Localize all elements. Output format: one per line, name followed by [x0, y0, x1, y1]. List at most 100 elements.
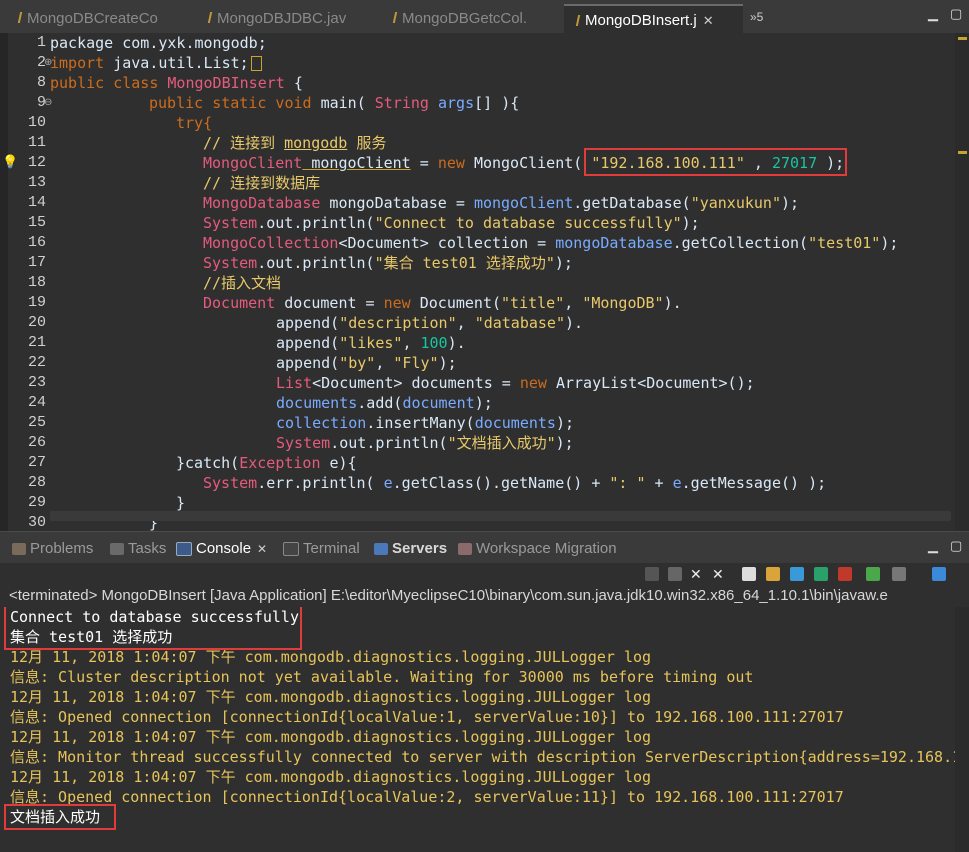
maximize-icon[interactable]: ▢: [950, 6, 962, 22]
editor-tab-label: MongoDBJDBC.jav: [217, 9, 347, 27]
line-number: 16: [27, 234, 46, 251]
line-number: 22: [27, 354, 46, 371]
line-number: 14: [27, 194, 46, 211]
code-line: append("likes", 100).: [276, 334, 466, 352]
code-line: List<Document> documents = new ArrayList…: [276, 374, 755, 392]
line-number: 30: [27, 514, 46, 531]
overview-marker[interactable]: [958, 37, 967, 40]
tab-terminal[interactable]: Terminal: [283, 540, 360, 557]
editor-tab-active[interactable]: MongoDBInsert.j ✕: [564, 4, 743, 35]
code-line: System.out.println("集合 test01 选择成功");: [203, 254, 573, 272]
console-line: 信息: Opened connection [connectionId{loca…: [10, 708, 844, 726]
console-line: 信息: Opened connection [connectionId{loca…: [10, 788, 844, 806]
code-line: append("description", "database").: [276, 314, 584, 332]
workspace-migration-icon: [458, 542, 472, 555]
code-line: System.out.println("文档插入成功");: [276, 434, 574, 452]
console-line: 12月 11, 2018 1:04:07 下午 com.mongodb.diag…: [10, 648, 652, 666]
problems-icon: [12, 542, 26, 555]
tab-tasks[interactable]: Tasks: [110, 540, 166, 557]
line-number: 15: [27, 214, 46, 231]
display-console-icon[interactable]: [892, 567, 906, 581]
code-line: MongoDatabase mongoDatabase = mongoClien…: [203, 194, 800, 212]
line-number: 19: [27, 294, 46, 311]
line-number: 18: [27, 274, 46, 291]
word-wrap-icon[interactable]: [790, 567, 804, 581]
line-number: 11: [27, 134, 46, 151]
console-line: 12月 11, 2018 1:04:07 下午 com.mongodb.diag…: [10, 728, 652, 746]
code-line: try{: [176, 114, 213, 132]
line-number: 28: [27, 474, 46, 491]
terminal-icon: [283, 541, 299, 556]
console-line: 信息: Monitor thread successfully connecte…: [10, 748, 969, 766]
editor-tab-label: MongoDBInsert.j: [585, 12, 697, 29]
console-toolbar: ✕ ✕: [0, 563, 969, 585]
code-line: }: [176, 494, 186, 512]
line-number: 10: [27, 114, 46, 131]
java-file-icon: [385, 11, 397, 25]
line-number: 25: [27, 414, 46, 431]
code-line: public static void main( String args[] )…: [149, 94, 520, 112]
relaunch-icon[interactable]: [645, 567, 659, 581]
scroll-lock-icon[interactable]: [766, 567, 780, 581]
console-icon: [176, 541, 192, 556]
console-view-tab-bar: Problems Tasks Console ✕ Terminal Server…: [0, 531, 969, 564]
code-line: import java.util.List;: [50, 53, 262, 73]
tab-console[interactable]: Console ✕: [176, 540, 267, 557]
code-line: MongoCollection<Document> collection = m…: [203, 234, 899, 252]
editor-horizontal-scrollbar[interactable]: [50, 511, 951, 521]
console-vertical-scrollbar[interactable]: [955, 607, 969, 852]
code-line: package com.yxk.mongodb;: [50, 34, 267, 52]
editor-tab-bar: MongoDBCreateCo MongoDBJDBC.jav MongoDBG…: [0, 0, 969, 35]
editor-left-strip: [0, 33, 8, 531]
editor-tab[interactable]: MongoDBGetcCol.: [385, 5, 560, 31]
code-editor[interactable]: 1 2 8 9 10 11 12 13 14 15 16 17 18 19 20…: [0, 33, 969, 531]
editor-tab[interactable]: MongoDBJDBC.jav: [200, 5, 380, 31]
pin-console-icon[interactable]: [866, 567, 880, 581]
code-line: public class MongoDBInsert {: [50, 74, 303, 92]
line-number: 26: [27, 434, 46, 451]
console-line: 12月 11, 2018 1:04:07 下午 com.mongodb.diag…: [10, 768, 652, 786]
remove-all-terminated-icon[interactable]: ✕: [712, 567, 726, 581]
close-tab-icon[interactable]: ✕: [703, 13, 714, 29]
java-file-icon: [568, 14, 580, 28]
fold-collapse-icon[interactable]: ⊖: [44, 97, 52, 108]
overview-marker[interactable]: [958, 151, 967, 154]
code-line: collection.insertMany(documents);: [276, 414, 575, 432]
code-line: System.out.println("Connect to database …: [203, 214, 700, 232]
folded-code-marker-icon[interactable]: [250, 56, 262, 71]
lightbulb-icon[interactable]: 💡: [2, 154, 18, 170]
tab-servers[interactable]: Servers: [374, 540, 447, 557]
line-number: 24: [27, 394, 46, 411]
clear-console-icon[interactable]: [742, 567, 756, 581]
console-line: 信息: Cluster description not yet availabl…: [10, 668, 754, 686]
close-tab-icon[interactable]: ✕: [257, 542, 267, 556]
show-on-stdout-icon[interactable]: [814, 567, 828, 581]
line-number: 13: [27, 174, 46, 191]
maximize-icon[interactable]: ▢: [950, 538, 962, 554]
line-number: 23: [27, 374, 46, 391]
minimize-icon[interactable]: ▁: [928, 538, 938, 554]
open-console-icon[interactable]: [932, 567, 946, 581]
console-output[interactable]: Connect to database successfully 集合 test…: [0, 607, 969, 852]
remove-launch-icon[interactable]: ✕: [690, 567, 704, 581]
terminate-icon[interactable]: [668, 567, 682, 581]
line-number: 9: [36, 94, 46, 111]
tab-workspace-migration[interactable]: Workspace Migration: [458, 540, 617, 557]
line-number: 29: [27, 494, 46, 511]
show-on-stderr-icon[interactable]: [838, 567, 852, 581]
line-number: 2: [36, 54, 46, 71]
code-line: Document document = new Document("title"…: [203, 294, 682, 312]
code-line: }catch(Exception e){: [176, 454, 357, 472]
line-number: 17: [27, 254, 46, 271]
line-number: 27: [27, 454, 46, 471]
editor-tab[interactable]: MongoDBCreateCo: [10, 5, 195, 31]
editor-vertical-scrollbar[interactable]: [955, 33, 969, 531]
console-line: 12月 11, 2018 1:04:07 下午 com.mongodb.diag…: [10, 688, 652, 706]
tab-problems[interactable]: Problems: [12, 540, 93, 557]
highlight-box: [584, 148, 847, 176]
tab-overflow-indicator[interactable]: »5: [750, 10, 763, 24]
line-number: 20: [27, 314, 46, 331]
java-file-icon: [10, 11, 22, 25]
minimize-icon[interactable]: ▁: [928, 6, 938, 22]
code-line: // 连接到 mongodb 服务: [203, 134, 387, 152]
